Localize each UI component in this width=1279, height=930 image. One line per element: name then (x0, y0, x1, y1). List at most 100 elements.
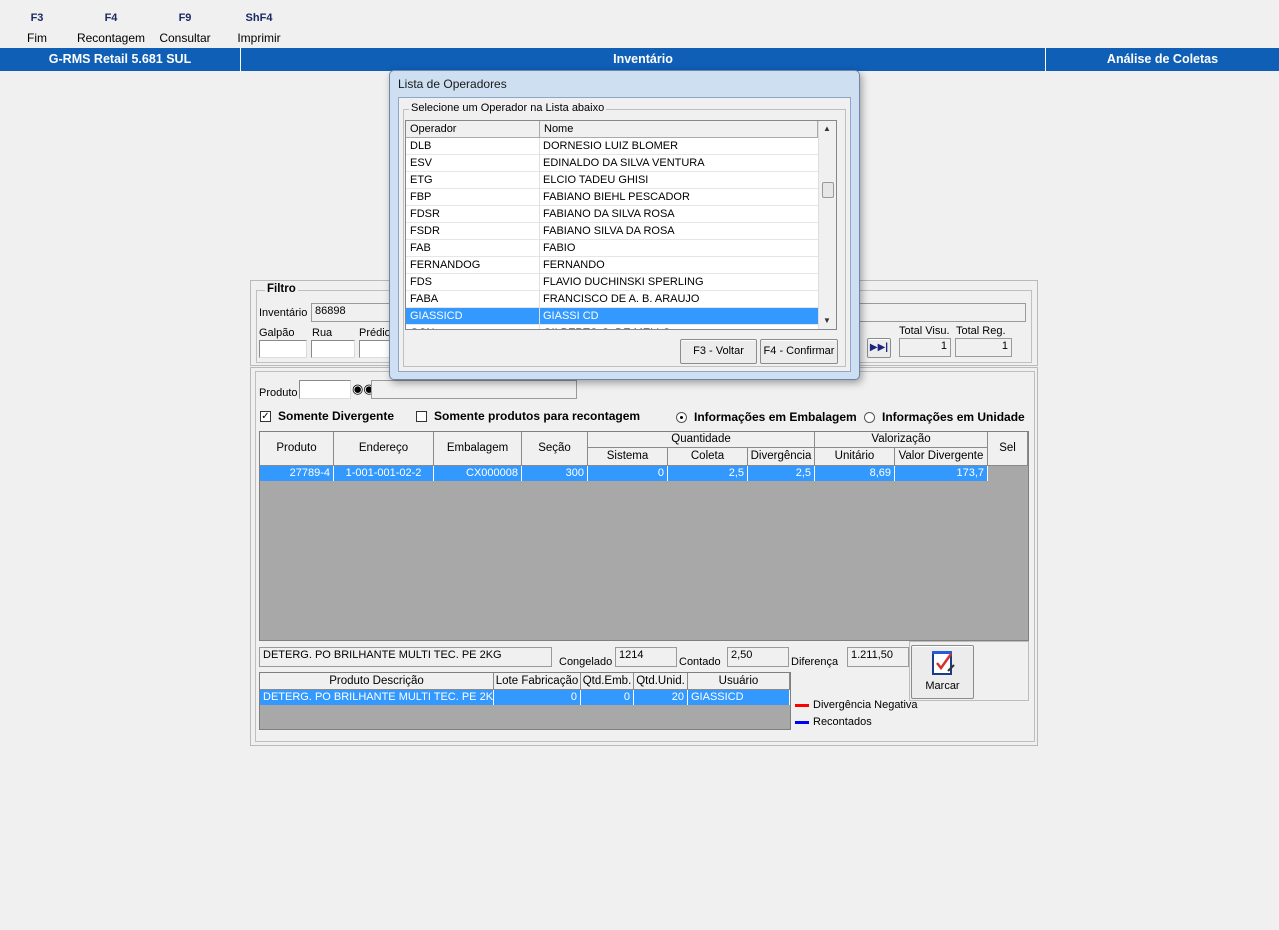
column-divider (539, 172, 540, 189)
scroll-down-icon[interactable]: ▼ (823, 316, 831, 325)
legend-recontados-swatch (795, 721, 809, 724)
skip-last-icon: ▶▶| (869, 342, 889, 353)
list-item[interactable]: ESV EDINALDO DA SILVA VENTURA (406, 155, 818, 172)
recontagem-button[interactable]: F4 Recontagem (75, 8, 147, 48)
column-divider (539, 240, 540, 257)
scroll-up-icon[interactable]: ▲ (823, 124, 831, 133)
col-usuario-header[interactable]: Usuário (688, 673, 790, 690)
cell-embalagem: CX000008 (434, 466, 522, 481)
list-item[interactable]: FDS FLAVIO DUCHINSKI SPERLING (406, 274, 818, 291)
column-divider (539, 206, 540, 223)
list-item[interactable]: GIASSICD GIASSI CD (406, 308, 818, 325)
marcar-button[interactable]: Marcar (911, 645, 974, 699)
recontagem-key: F4 (104, 12, 118, 24)
operador-nome: GILBERTO C. DE MELLO (543, 325, 818, 329)
imprimir-button[interactable]: ShF4 Imprimir (232, 8, 286, 48)
main-panel: Produto ◉◉ ✓ Somente Divergente Somente … (250, 367, 1038, 746)
col-valor-divergente-header[interactable]: Valor Divergente (895, 448, 988, 466)
operador-nome: FABIANO BIEHL PESCADOR (543, 191, 690, 203)
produto-input[interactable] (299, 380, 351, 399)
operadores-list[interactable]: Operador Nome DLB DORNESIO LUIZ BLOMER ESV… (405, 120, 837, 330)
unidade-radio[interactable] (864, 412, 875, 423)
list-item[interactable]: FBP FABIANO BIEHL PESCADOR (406, 189, 818, 206)
total-reg-label: Total Reg. (956, 325, 1006, 337)
col-secao-header[interactable]: Seção (522, 432, 588, 466)
total-visu-label: Total Visu. (899, 325, 950, 337)
operador-code: FABA (410, 293, 439, 305)
sub-cell-qtd-unid: 20 (634, 690, 688, 705)
fim-label: Fim (27, 31, 47, 45)
galpao-field[interactable] (259, 340, 307, 358)
scroll-thumb[interactable] (822, 182, 834, 198)
column-divider (539, 274, 540, 291)
list-item[interactable]: FERNANDOG FERNANDO (406, 257, 818, 274)
sub-cell-qtd-emb: 0 (581, 690, 634, 705)
descricao-field: DETERG. PO BRILHANTE MULTI TEC. PE 2KG (259, 647, 552, 667)
sub-cell-usuario: GIASSICD (688, 690, 790, 705)
valorizacao-group-header: Valorização (815, 432, 988, 448)
voltar-button[interactable]: F3 - Voltar (680, 339, 757, 364)
col-produto-header[interactable]: Produto (260, 432, 334, 466)
somente-recontagem-checkbox[interactable] (416, 411, 427, 422)
operador-code: ETG (410, 174, 433, 186)
col-divergencia-header[interactable]: Divergência (748, 448, 815, 466)
total-visu-field: 1 (899, 338, 951, 357)
operador-nome: ELCIO TADEU GHISI (543, 174, 649, 186)
predio-field[interactable] (359, 340, 393, 358)
col-coleta-header[interactable]: Coleta (668, 448, 748, 466)
coletas-grid[interactable]: Produto Endereço Embalagem Seção Quantid… (259, 431, 1029, 641)
col-sistema-header[interactable]: Sistema (588, 448, 668, 466)
consultar-button[interactable]: F9 Consultar (156, 8, 214, 48)
produto-desc-field (371, 380, 577, 399)
operador-code: ESV (410, 157, 433, 169)
list-item[interactable]: FABA FRANCISCO DE A. B. ARAUJO (406, 291, 818, 308)
operador-nome: DORNESIO LUIZ BLOMER (543, 140, 679, 152)
col-sel-header[interactable]: Sel (988, 432, 1028, 466)
sub-cell-lote: 0 (494, 690, 581, 705)
congelado-label: Congelado (559, 656, 613, 668)
imprimir-label: Imprimir (237, 31, 281, 45)
list-item[interactable]: GCN GILBERTO C. DE MELLO (406, 325, 818, 329)
operador-code: FAB (410, 242, 431, 254)
column-divider (539, 291, 540, 308)
binoculars-icon[interactable]: ◉◉ (352, 381, 375, 398)
col-endereco-header[interactable]: Endereço (334, 432, 434, 466)
list-item[interactable]: ETG ELCIO TADEU GHISI (406, 172, 818, 189)
col-operador-header[interactable]: Operador (406, 121, 540, 138)
operador-code: DLB (410, 140, 432, 152)
app-version: G-RMS Retail 5.681 SUL (0, 48, 241, 71)
col-unitario-header[interactable]: Unitário (815, 448, 895, 466)
fim-button[interactable]: F3 Fim (22, 8, 52, 48)
marcar-checklist-icon (931, 651, 955, 675)
col-embalagem-header[interactable]: Embalagem (434, 432, 522, 466)
consultar-label: Consultar (159, 31, 211, 45)
list-item[interactable]: FAB FABIO (406, 240, 818, 257)
cell-unitario: 8,69 (815, 466, 895, 481)
cell-divergencia: 2,5 (748, 466, 815, 481)
contado-label: Contado (679, 656, 721, 668)
col-qtd-emb-header[interactable]: Qtd.Emb. (581, 673, 634, 690)
sub-cell-descricao: DETERG. PO BRILHANTE MULTI TEC. PE 2KG (260, 690, 494, 705)
cell-produto: 27789-4 (260, 466, 334, 481)
operador-code: FERNANDOG (410, 259, 481, 271)
screen-title: Análise de Coletas (1045, 48, 1279, 71)
list-item[interactable]: DLB DORNESIO LUIZ BLOMER (406, 138, 818, 155)
list-item[interactable]: FSDR FABIANO SILVA DA ROSA (406, 223, 818, 240)
col-qtd-unid-header[interactable]: Qtd.Unid. (634, 673, 688, 690)
embalagem-radio[interactable] (676, 412, 687, 423)
list-scrollbar[interactable]: ▲ ▼ (818, 121, 836, 329)
last-record-button[interactable]: ▶▶| (867, 338, 891, 358)
detalhe-grid[interactable]: Produto Descrição Lote Fabricação Qtd.Em… (259, 672, 791, 730)
quantidade-group-header: Quantidade (588, 432, 815, 448)
operador-nome: EDINALDO DA SILVA VENTURA (543, 157, 705, 169)
legend-negativa-label: Divergência Negativa (813, 699, 918, 711)
col-lote-header[interactable]: Lote Fabricação (494, 673, 581, 690)
contado-field: 2,50 (727, 647, 789, 667)
col-nome-header[interactable]: Nome (540, 121, 818, 138)
rua-field[interactable] (311, 340, 355, 358)
confirmar-button[interactable]: F4 - Confirmar (760, 339, 838, 364)
somente-divergente-checkbox[interactable]: ✓ (260, 411, 271, 422)
col-produto-descricao-header[interactable]: Produto Descrição (260, 673, 494, 690)
list-item[interactable]: FDSR FABIANO DA SILVA ROSA (406, 206, 818, 223)
operador-nome: FRANCISCO DE A. B. ARAUJO (543, 293, 700, 305)
